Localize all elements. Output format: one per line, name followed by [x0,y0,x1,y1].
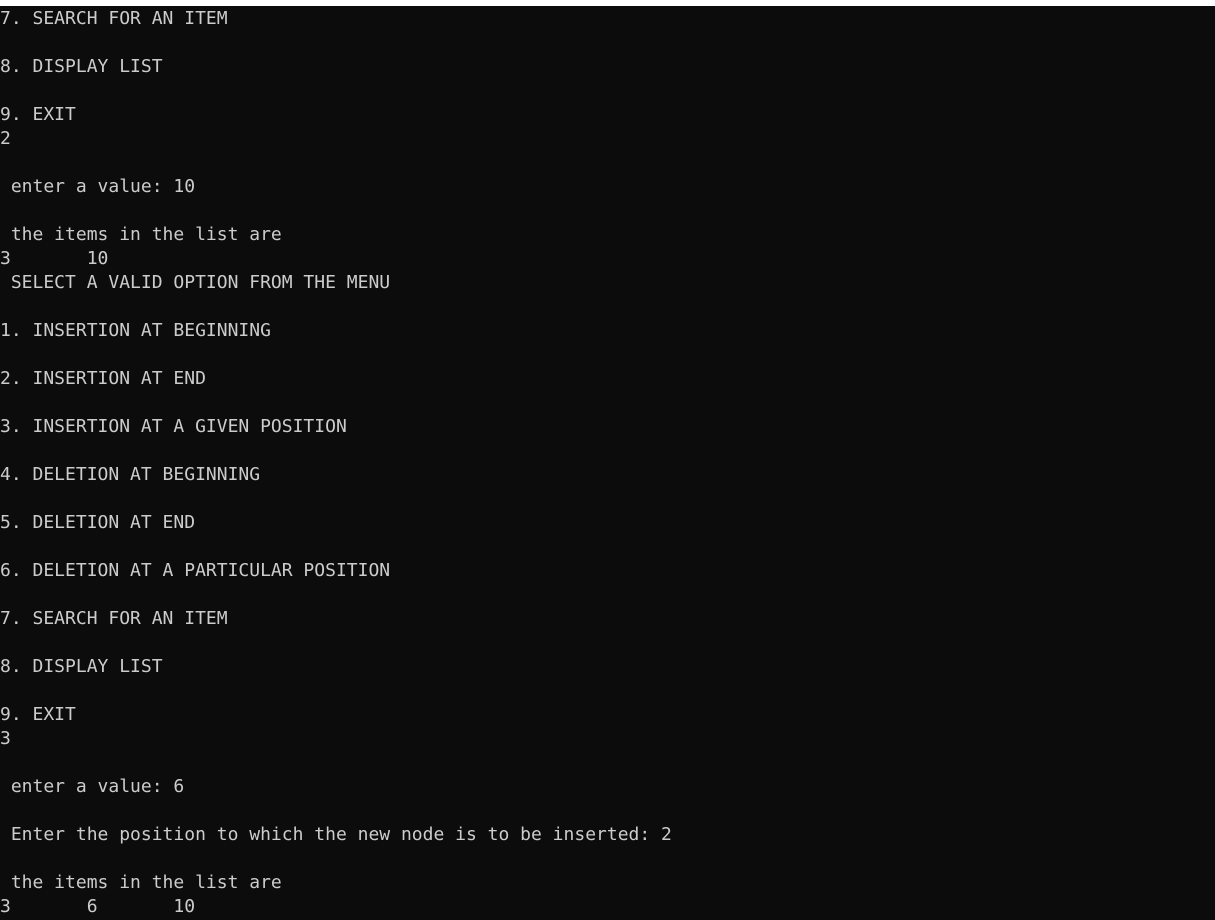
console-line: 2. INSERTION AT END [0,368,206,389]
console-line: Enter the position to which the new node… [0,824,672,845]
console-line: 2 [0,128,11,149]
console-line: 1. INSERTION AT BEGINNING [0,320,271,341]
console-line: the items in the list are [0,872,282,893]
console-line: 7. SEARCH FOR AN ITEM [0,608,228,629]
console-line: 8. DISPLAY LIST [0,656,163,677]
console-line: 3. INSERTION AT A GIVEN POSITION [0,416,347,437]
console-line: the items in the list are [0,224,282,245]
console-output[interactable]: 7. SEARCH FOR AN ITEM 8. DISPLAY LIST 9.… [0,7,1215,920]
console-line: 4. DELETION AT BEGINNING [0,464,261,485]
console-line: enter a value: 6 [0,776,185,797]
console-line: SELECT A VALID OPTION FROM THE MENU [0,272,391,293]
console-line: 9. EXIT [0,104,76,125]
console-line: 3 [0,728,11,749]
console-line: 3 6 10 [0,896,196,917]
console-line: 7. SEARCH FOR AN ITEM [0,8,228,29]
console-line: 9. EXIT [0,704,76,725]
window-top-edge [0,0,1215,6]
console-line: 8. DISPLAY LIST [0,56,163,77]
console-line: 5. DELETION AT END [0,512,196,533]
console-line: 6. DELETION AT A PARTICULAR POSITION [0,560,391,581]
console-line: 3 10 [0,248,109,269]
console-line: enter a value: 10 [0,176,196,197]
